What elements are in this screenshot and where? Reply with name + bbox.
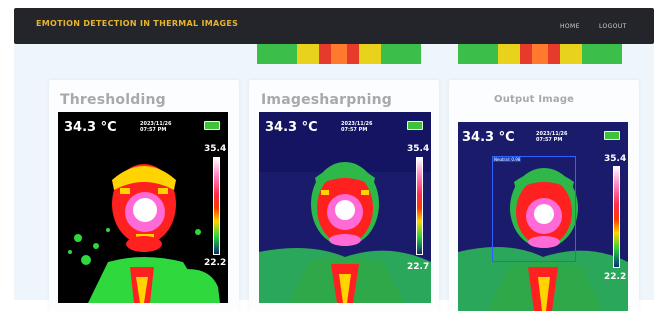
temperature-reading: 34.3 °C [265,120,318,135]
date-stamp: 2023/11/26 07:57 PM [536,131,567,143]
scale-min: 22.2 [604,272,627,282]
previous-image-partial [257,44,421,64]
time-text: 07:57 PM [536,137,563,143]
face-detection-box [492,156,576,262]
output-image: Neutral: 0.98 34.3 °C 2023/11/26 07:57 P… [458,122,628,311]
temperature-reading: 34.3 °C [64,120,117,135]
scale-max: 35.4 [604,154,627,164]
time-text: 07:57 PM [140,127,167,133]
scale-max: 35.4 [204,144,227,154]
navbar: EMOTION DETECTION IN THERMAL IMAGES HOME… [14,8,654,44]
temperature-scale-bar [613,166,620,268]
battery-icon [204,121,220,130]
detection-label: Neutral: 0.98 [493,157,522,162]
battery-icon [604,131,620,140]
brand-title: EMOTION DETECTION IN THERMAL IMAGES [36,19,239,28]
card-title-imagesharpning: Imagesharpning [261,92,392,108]
date-stamp: 2023/11/26 07:57 PM [140,121,171,133]
nav-logout-link[interactable]: LOGOUT [599,23,627,30]
imagesharpning-image: 34.3 °C 2023/11/26 07:57 PM 35.4 22.7 [259,112,431,303]
date-stamp: 2023/11/26 07:57 PM [341,121,372,133]
card-title-thresholding: Thresholding [60,92,166,108]
temperature-scale-bar [416,157,423,255]
scale-max: 35.4 [407,144,430,154]
scale-min: 22.2 [204,258,227,268]
thresholding-image: 34.3 °C 2023/11/26 07:57 PM 35.4 22.2 [58,112,228,303]
scale-min: 22.7 [407,262,430,272]
card-title-output-image: Output Image [494,94,575,105]
previous-image-partial [458,44,622,64]
time-text: 07:57 PM [341,127,368,133]
battery-icon [407,121,423,130]
temperature-scale-bar [213,157,220,255]
nav-home-link[interactable]: HOME [560,23,580,30]
temperature-reading: 34.3 °C [462,130,515,145]
